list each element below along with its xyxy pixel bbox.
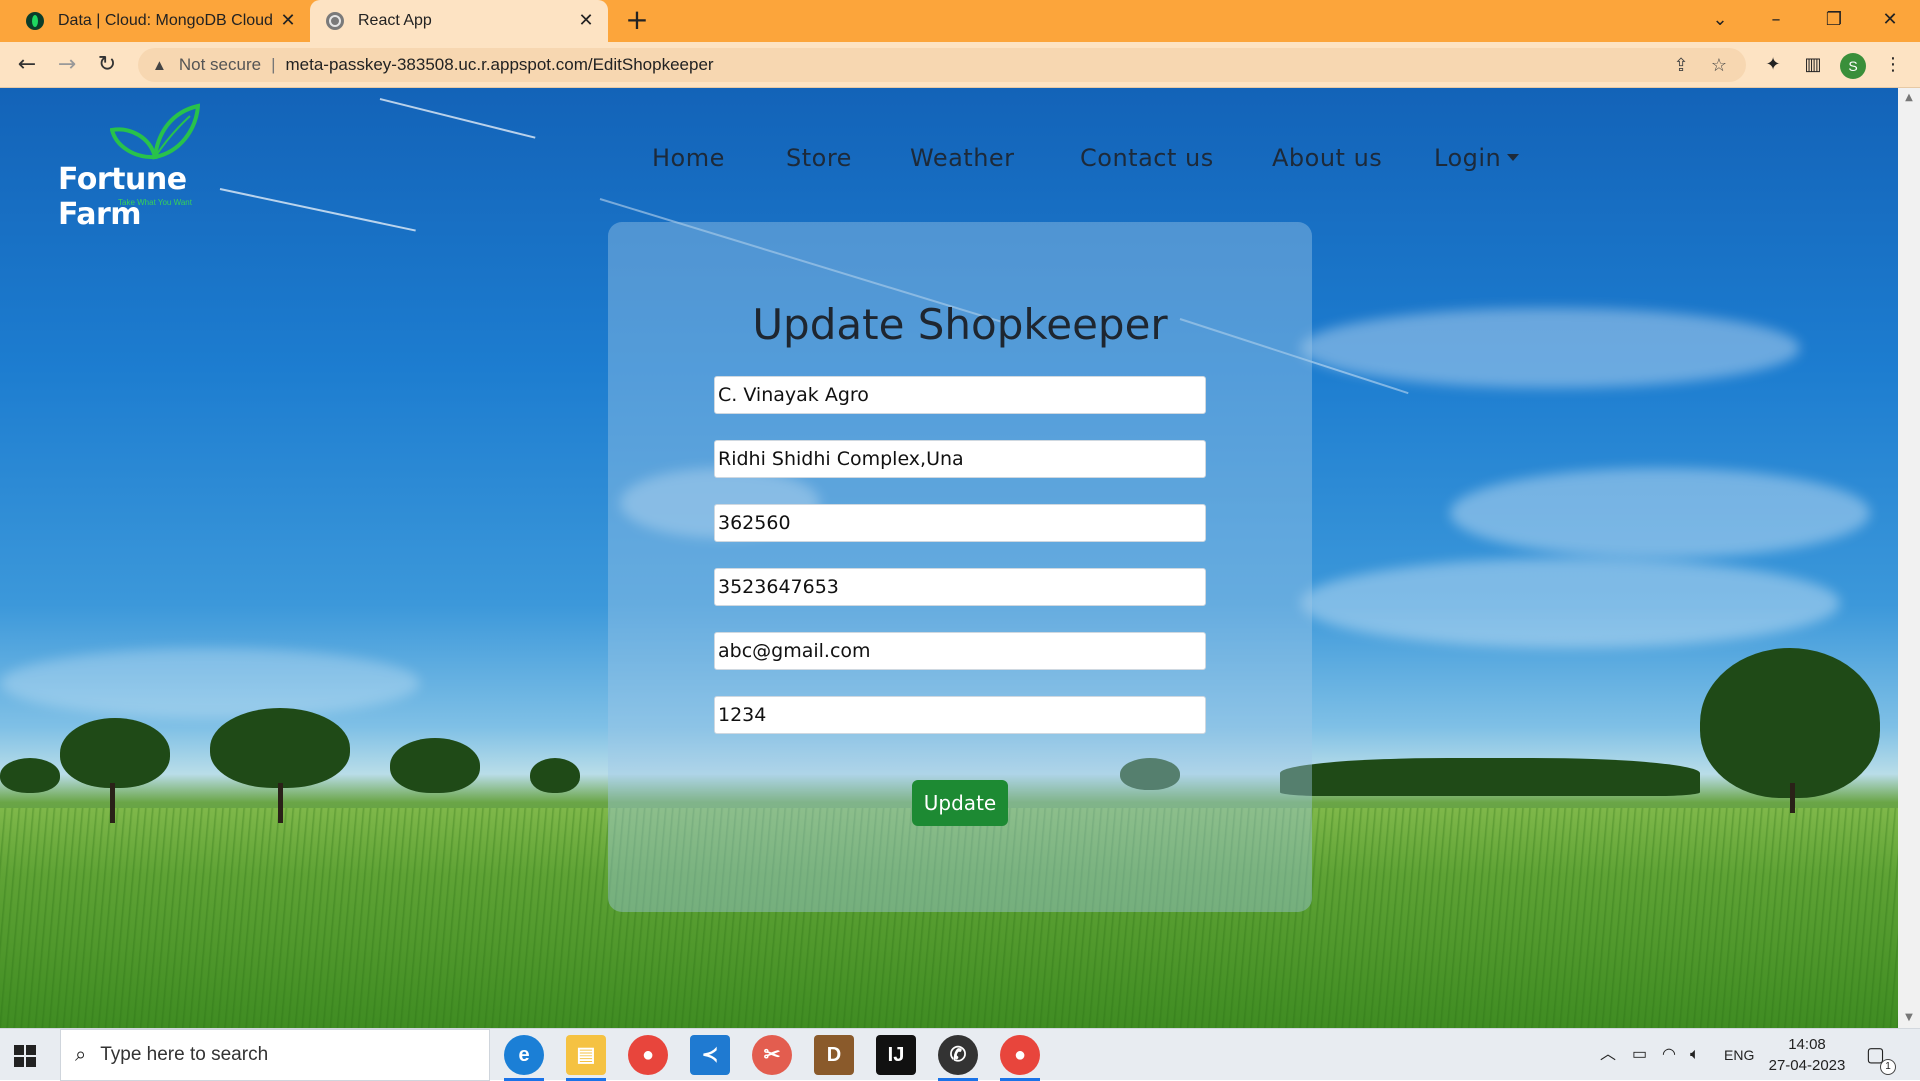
address-input[interactable]: [714, 440, 1206, 478]
globe-icon: [326, 12, 344, 30]
browser-menu-icon[interactable]: ⋮: [1878, 50, 1908, 80]
bookmark-star-icon[interactable]: ☆: [1704, 48, 1734, 82]
contrail-decoration: [379, 98, 536, 139]
windows-start-icon[interactable]: [14, 1045, 36, 1067]
shop-name-input[interactable]: [714, 376, 1206, 414]
nav-login: Login: [1434, 144, 1502, 172]
page-viewport: Fortune Farm Take What You Want Home Sto…: [0, 88, 1898, 1028]
leaf-logo-icon: [110, 103, 200, 160]
tree-trunk: [278, 783, 283, 823]
file-explorer-icon[interactable]: ▤: [566, 1035, 606, 1081]
nav-contact-us[interactable]: Contact us: [1080, 144, 1214, 172]
forward-arrow-icon[interactable]: →: [52, 50, 82, 80]
tab-title: React App: [358, 12, 432, 29]
close-window-button[interactable]: ✕: [1862, 0, 1918, 42]
url-text[interactable]: meta-passkey-383508.uc.r.appspot.com/Edi…: [285, 55, 713, 75]
chrome-profile-icon[interactable]: ●: [1000, 1035, 1040, 1081]
tree-decoration: [210, 708, 350, 788]
tray-chevron-up-icon[interactable]: ︿: [1600, 1029, 1616, 1081]
taskbar-search-box[interactable]: ⌕ Type here to search: [60, 1029, 490, 1081]
page-scrollbar[interactable]: ▲ ▼: [1898, 88, 1920, 1028]
browser-tab-bar: Data | Cloud: MongoDB Cloud ✕ React App …: [0, 0, 1920, 42]
site-logo[interactable]: Fortune Farm Take What You Want: [58, 102, 268, 232]
cloud-decoration: [1450, 468, 1870, 558]
dosbox-icon[interactable]: D: [814, 1035, 854, 1075]
reload-icon[interactable]: ↻: [92, 50, 122, 80]
password-input[interactable]: [714, 696, 1206, 734]
brand-tagline: Take What You Want: [118, 198, 192, 207]
cloud-decoration: [1300, 308, 1800, 388]
tree-decoration: [530, 758, 580, 793]
update-shopkeeper-card: Update Shopkeeper Update: [608, 222, 1312, 912]
volume-icon[interactable]: 🔈︎: [1690, 1029, 1700, 1081]
tree-decoration: [390, 738, 480, 793]
cloud-decoration: [1300, 558, 1840, 648]
vscode-icon[interactable]: ≺: [690, 1035, 730, 1075]
battery-icon[interactable]: ▭: [1632, 1029, 1647, 1081]
mongodb-leaf-icon: [26, 12, 44, 30]
nav-login-dropdown[interactable]: Login: [1434, 144, 1520, 172]
close-tab-icon[interactable]: ✕: [278, 11, 298, 31]
intellij-icon[interactable]: IJ: [876, 1035, 916, 1075]
update-button[interactable]: Update: [912, 780, 1008, 826]
share-icon[interactable]: ⇪: [1666, 48, 1696, 82]
cloud-decoration: [0, 648, 420, 718]
new-tab-button[interactable]: +: [622, 6, 652, 36]
clock[interactable]: 14:08 27-04-2023: [1762, 1034, 1852, 1076]
brand-name: Fortune Farm: [58, 162, 187, 232]
side-panel-icon[interactable]: ▥: [1798, 50, 1828, 80]
form-title: Update Shopkeeper: [752, 300, 1168, 349]
close-tab-icon[interactable]: ✕: [576, 11, 596, 31]
warning-triangle-icon[interactable]: ▲: [152, 57, 167, 74]
tree-decoration: [60, 718, 170, 788]
scroll-up-arrow-icon[interactable]: ▲: [1898, 88, 1920, 108]
address-separator: |: [271, 55, 276, 74]
tree-trunk: [110, 783, 115, 823]
language-indicator[interactable]: ENG: [1724, 1029, 1754, 1081]
tree-decoration: [1700, 648, 1880, 798]
nav-about-us[interactable]: About us: [1272, 144, 1382, 172]
tree-trunk: [1790, 783, 1795, 813]
clock-date: 27-04-2023: [1768, 1057, 1846, 1074]
snipping-tool-icon[interactable]: ✂: [752, 1035, 792, 1075]
tree-decoration: [1280, 758, 1700, 796]
tab-search-chevron-icon[interactable]: ⌄: [1692, 0, 1748, 42]
caret-down-icon: [1507, 154, 1520, 161]
whatsapp-icon[interactable]: ✆: [938, 1035, 978, 1081]
windows-taskbar: ⌕ Type here to search e ▤ ● ≺ ✂ D IJ ✆ ●…: [0, 1028, 1920, 1081]
address-bar[interactable]: ▲ Not secure | meta-passkey-383508.uc.r.…: [138, 48, 1746, 82]
nav-home[interactable]: Home: [652, 144, 725, 172]
wifi-icon[interactable]: ◠: [1662, 1029, 1676, 1081]
search-placeholder: Type here to search: [100, 1044, 269, 1065]
minimize-button[interactable]: –: [1748, 0, 1804, 42]
tab-title: Data | Cloud: MongoDB Cloud: [58, 12, 273, 29]
search-icon: ⌕: [75, 1043, 87, 1066]
tab-mongodb-cloud[interactable]: Data | Cloud: MongoDB Cloud ✕: [10, 0, 310, 42]
email-input[interactable]: [714, 632, 1206, 670]
extensions-puzzle-icon[interactable]: ✦: [1758, 50, 1788, 80]
tab-react-app[interactable]: React App ✕: [310, 0, 608, 42]
notification-count-badge: 1: [1880, 1059, 1896, 1075]
scroll-down-arrow-icon[interactable]: ▼: [1898, 1008, 1920, 1028]
nav-store[interactable]: Store: [786, 144, 852, 172]
profile-avatar[interactable]: S: [1840, 53, 1866, 79]
chrome-icon[interactable]: ●: [628, 1035, 668, 1075]
browser-toolbar: ← → ↻ ▲ Not secure | meta-passkey-383508…: [0, 42, 1920, 88]
phone-input[interactable]: [714, 568, 1206, 606]
restore-button[interactable]: ❐: [1806, 0, 1862, 42]
edge-browser-icon[interactable]: e: [504, 1035, 544, 1081]
security-label: Not secure: [178, 55, 262, 74]
tree-decoration: [0, 758, 60, 793]
clock-time: 14:08: [1788, 1036, 1826, 1053]
pincode-input[interactable]: [714, 504, 1206, 542]
nav-weather[interactable]: Weather: [910, 144, 1015, 172]
back-arrow-icon[interactable]: ←: [12, 50, 42, 80]
